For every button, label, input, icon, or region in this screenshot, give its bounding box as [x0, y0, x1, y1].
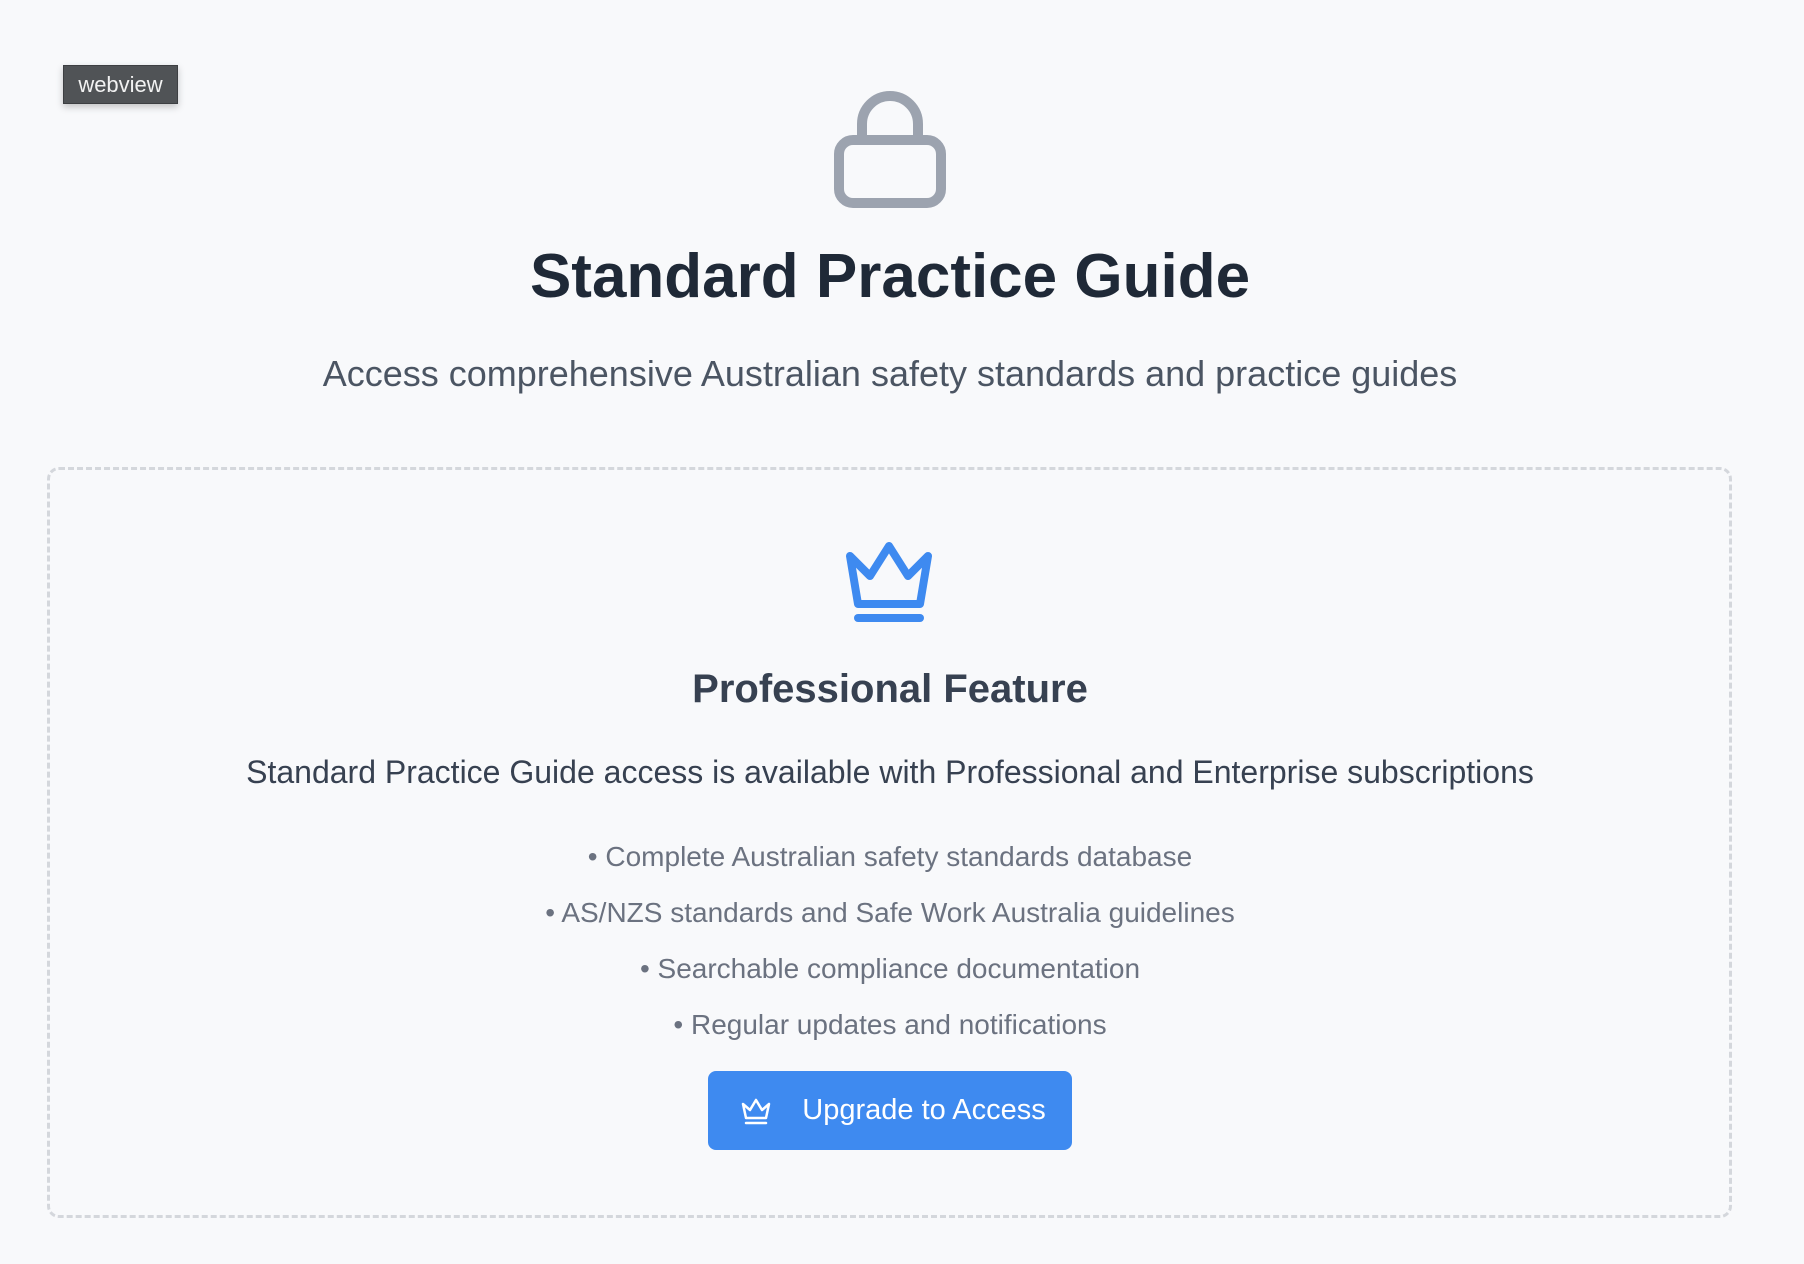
feature-list-item: • Searchable compliance documentation	[639, 953, 1141, 984]
page-subtitle: Access comprehensive Australian safety s…	[322, 353, 1458, 394]
crown-icon	[846, 542, 932, 622]
card-description: Standard Practice Guide access is availa…	[246, 754, 1534, 790]
upgrade-button-label: Upgrade to Access	[802, 1094, 1046, 1126]
card-title: Professional Feature	[692, 667, 1088, 711]
webview-debug-tag: webview	[63, 65, 178, 104]
upgrade-to-access-button[interactable]: Upgrade to Access	[708, 1071, 1072, 1150]
lock-icon	[834, 91, 946, 208]
feature-list-item: • Regular updates and notifications	[673, 1009, 1107, 1040]
feature-list-item: • Complete Australian safety standards d…	[587, 841, 1193, 872]
crown-icon	[742, 1098, 771, 1124]
feature-list: • Complete Australian safety standards d…	[0, 829, 1780, 1053]
feature-list-item: • AS/NZS standards and Safe Work Austral…	[545, 897, 1235, 928]
page-title: Standard Practice Guide	[529, 242, 1251, 311]
